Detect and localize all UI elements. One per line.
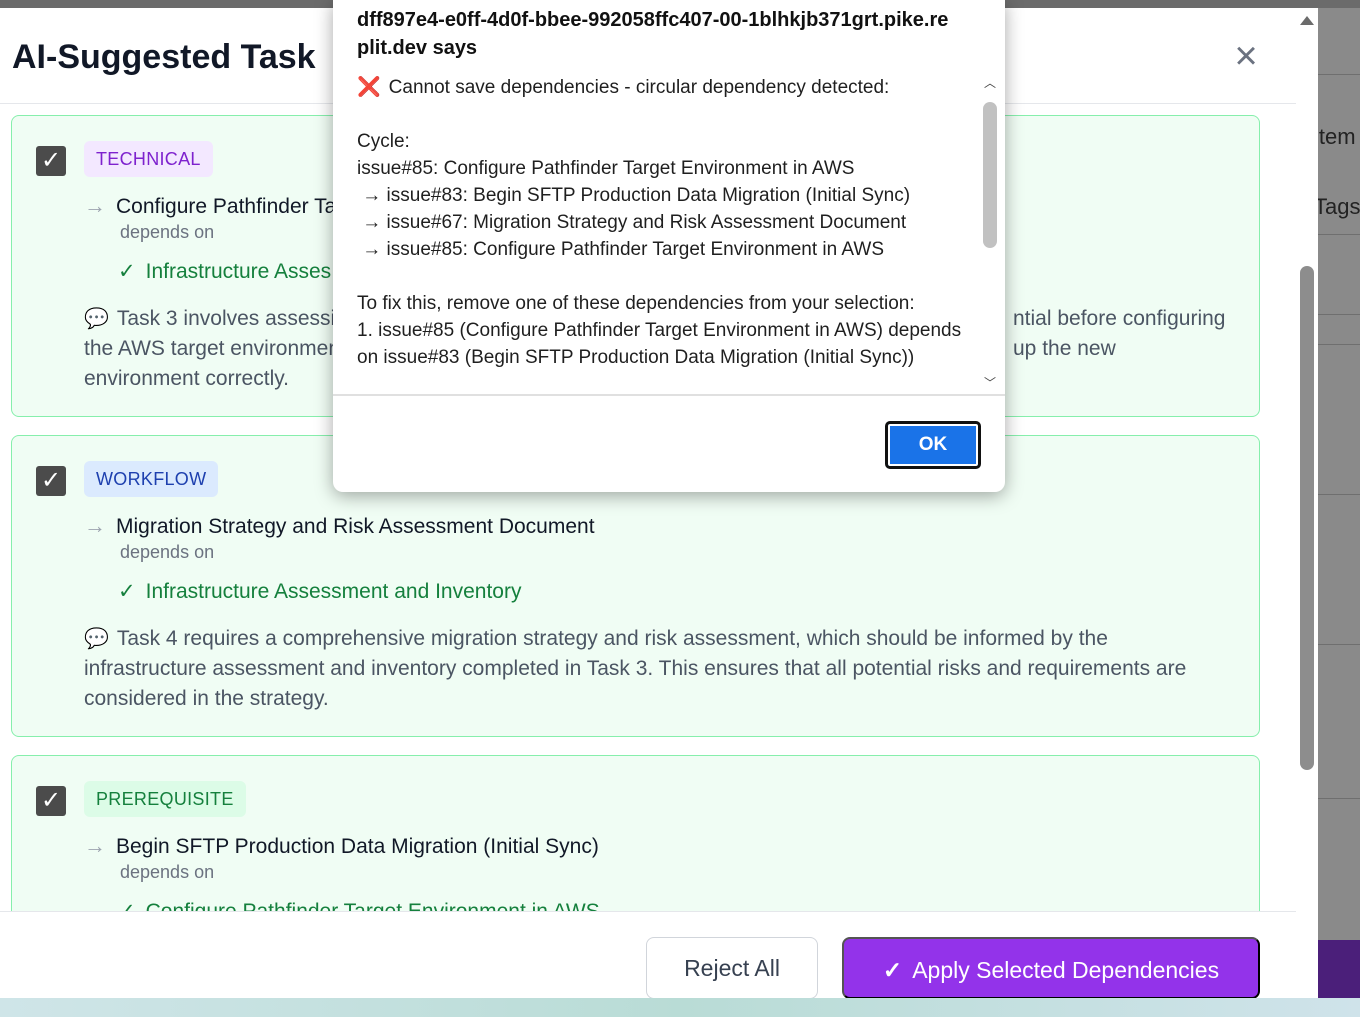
background-purple-button	[1318, 940, 1360, 998]
modal-footer: Reject All ✓ Apply Selected Dependencies	[0, 911, 1296, 998]
comment-icon: 💬	[84, 308, 109, 330]
background-divider	[1318, 314, 1360, 315]
dialog-scrollbar[interactable]: ︿ ﹀	[980, 74, 998, 394]
dialog-message-body: Cycle: issue#85: Configure Pathfinder Ta…	[357, 131, 962, 368]
reason-line: Task 4 requires a comprehensive migratio…	[84, 627, 1187, 710]
background-divider	[1318, 644, 1360, 645]
task-row: → Configure Pathfinder Ta	[84, 193, 336, 219]
dialog-origin: dff897e4-e0ff-4d0f-bbee-992058ffc407-00-…	[357, 9, 949, 59]
dependency-name: Infrastructure Assessment and Inventory	[145, 580, 522, 603]
browser-alert-dialog: dff897e4-e0ff-4d0f-bbee-992058ffc407-00-…	[333, 0, 1005, 492]
check-icon: ✓	[118, 900, 136, 911]
background-divider	[1318, 344, 1360, 345]
background-divider	[1318, 494, 1360, 495]
dependency-name: Configure Pathfinder Target Environment …	[146, 900, 600, 911]
taskbar-strip	[0, 998, 1360, 1017]
apply-dependencies-button[interactable]: ✓ Apply Selected Dependencies	[842, 937, 1260, 998]
reject-all-button[interactable]: Reject All	[646, 937, 818, 998]
dialog-message[interactable]: ❌ Cannot save dependencies - circular dep…	[357, 74, 977, 394]
suggestion-checkbox[interactable]: ✓	[36, 466, 66, 496]
scroll-up-icon[interactable]: ︿	[984, 74, 996, 91]
dialog-message-first: Cannot save dependencies - circular depe…	[388, 77, 890, 98]
apply-label: Apply Selected Dependencies	[912, 957, 1220, 983]
task-row: → Migration Strategy and Risk Assessment …	[84, 513, 595, 539]
task-name: Begin SFTP Production Data Migration (In…	[116, 835, 599, 858]
reason-line: up the new	[1013, 337, 1116, 360]
dependency-name: Infrastructure Asses	[145, 260, 332, 283]
dialog-divider	[333, 394, 1005, 396]
task-name: Configure Pathfinder Ta	[116, 195, 337, 218]
reason-line: the AWS target environmen	[84, 337, 341, 360]
comment-icon: 💬	[84, 628, 109, 650]
type-badge: WORKFLOW	[84, 461, 219, 497]
check-icon: ✓	[882, 957, 903, 983]
arrow-right-icon: →	[84, 513, 106, 538]
reason-line: Task 3 involves assessin	[116, 307, 347, 330]
check-icon: ✓	[118, 580, 136, 603]
suggestion-card: ✓ PREREQUISITE → Begin SFTP Production Da…	[11, 755, 1260, 911]
modal-scrollbar[interactable]	[1296, 8, 1318, 998]
type-badge: TECHNICAL	[84, 141, 213, 177]
background-text-item: item	[1318, 124, 1356, 149]
dependency-row: ✓ Configure Pathfinder Target Environment…	[118, 899, 600, 911]
background-divider	[1318, 798, 1360, 799]
close-icon[interactable]: ×	[1228, 36, 1264, 76]
background-divider	[1318, 74, 1360, 75]
suggestion-checkbox[interactable]: ✓	[36, 786, 66, 816]
scrollbar-thumb[interactable]	[1300, 266, 1314, 770]
ok-button[interactable]: OK	[885, 421, 981, 469]
error-icon: ❌	[357, 77, 381, 98]
scroll-up-icon[interactable]	[1300, 16, 1314, 25]
arrow-right-icon: →	[84, 833, 106, 858]
task-row: → Begin SFTP Production Data Migration (I…	[84, 833, 599, 859]
reason-line: ntial before configuring	[1013, 307, 1226, 330]
scroll-down-icon[interactable]: ﹀	[984, 374, 996, 391]
background-page-edge: item Tags	[1318, 8, 1360, 998]
task-name: Migration Strategy and Risk Assessment D…	[116, 515, 595, 538]
dialog-scrollbar-thumb[interactable]	[983, 102, 997, 248]
reason-text: 💬 Task 4 requires a comprehensive migrati…	[84, 624, 1234, 714]
background-text-tags: Tags	[1318, 194, 1360, 219]
dependency-row: ✓ Infrastructure Asses	[118, 259, 331, 284]
check-icon: ✓	[118, 260, 136, 283]
type-badge: PREREQUISITE	[84, 781, 246, 817]
depends-on-label: depends on	[120, 222, 215, 242]
arrow-right-icon: →	[84, 193, 106, 218]
depends-on-label: depends on	[120, 542, 215, 562]
depends-on-label: depends on	[120, 862, 215, 882]
suggestion-checkbox[interactable]: ✓	[36, 146, 66, 176]
dependency-row: ✓ Infrastructure Assessment and Inventory	[118, 579, 521, 604]
modal-title: AI-Suggested Task	[12, 38, 316, 76]
background-divider	[1318, 234, 1360, 235]
